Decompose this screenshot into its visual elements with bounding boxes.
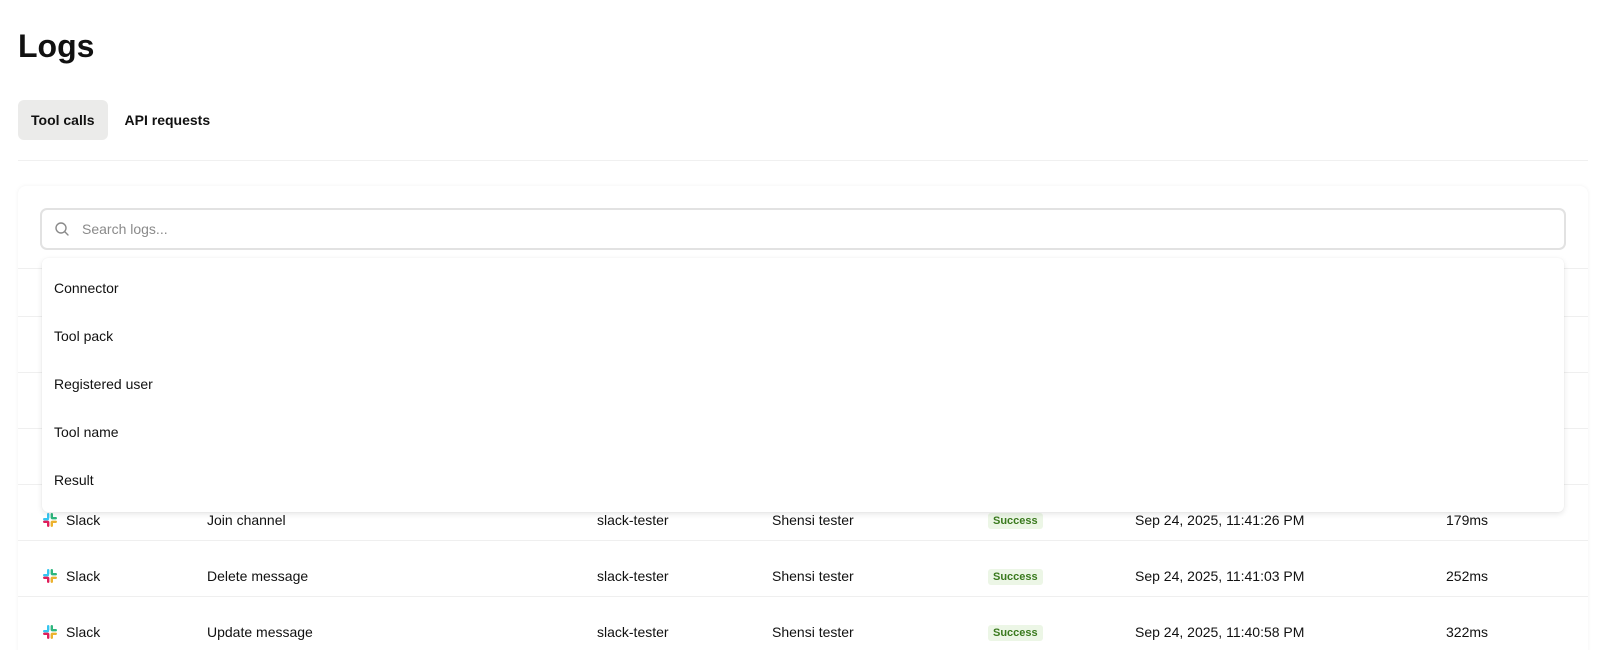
filter-dropdown: Connector Tool pack Registered user Tool…: [42, 258, 1564, 512]
user-cell: Shensi tester: [772, 568, 854, 584]
slack-icon: [42, 512, 58, 528]
duration-cell: 179ms: [1446, 512, 1489, 528]
search-box[interactable]: [40, 208, 1566, 250]
result-cell: Success: [988, 623, 1043, 641]
filter-option-registered-user[interactable]: Registered user: [42, 360, 1564, 408]
header-divider: [18, 160, 1588, 161]
user-cell: Shensi tester: [772, 624, 854, 640]
connector-cell: Slack: [42, 512, 100, 528]
duration-cell: 322ms: [1446, 624, 1489, 640]
timestamp-cell: Sep 24, 2025, 11:40:58 PM: [1135, 624, 1305, 640]
status-badge: Success: [988, 569, 1043, 585]
filter-option-tool-pack[interactable]: Tool pack: [42, 312, 1564, 360]
tab-api-requests[interactable]: API requests: [112, 100, 224, 140]
tool-pack-cell: slack-tester: [597, 624, 669, 640]
duration-cell: 252ms: [1446, 568, 1489, 584]
search-input[interactable]: [82, 221, 1564, 237]
tool-name-cell: Join channel: [207, 512, 286, 528]
filter-option-connector[interactable]: Connector: [42, 264, 1564, 312]
tool-pack-cell: slack-tester: [597, 512, 669, 528]
page-title: Logs: [18, 28, 95, 64]
table-row[interactable]: Slack Update message slack-tester Shensi…: [18, 604, 1588, 650]
tab-tool-calls[interactable]: Tool calls: [18, 100, 108, 140]
tool-name-cell: Update message: [207, 624, 313, 640]
status-badge: Success: [988, 513, 1043, 529]
slack-icon: [42, 624, 58, 640]
filter-option-result[interactable]: Result: [42, 456, 1564, 504]
status-badge: Success: [988, 625, 1043, 641]
connector-name: Slack: [66, 512, 101, 528]
result-cell: Success: [988, 567, 1043, 585]
tool-pack-cell: slack-tester: [597, 568, 669, 584]
result-cell: Success: [988, 511, 1043, 529]
connector-cell: Slack: [42, 568, 100, 584]
tab-bar: Tool calls API requests: [18, 100, 223, 140]
connector-name: Slack: [66, 624, 101, 640]
table-row[interactable]: Slack Delete message slack-tester Shensi…: [18, 548, 1588, 604]
search-icon: [54, 221, 70, 237]
filter-option-tool-name[interactable]: Tool name: [42, 408, 1564, 456]
timestamp-cell: Sep 24, 2025, 11:41:26 PM: [1135, 512, 1305, 528]
connector-cell: Slack: [42, 624, 100, 640]
user-cell: Shensi tester: [772, 512, 854, 528]
tool-name-cell: Delete message: [207, 568, 309, 584]
connector-name: Slack: [66, 568, 101, 584]
slack-icon: [42, 568, 58, 584]
timestamp-cell: Sep 24, 2025, 11:41:03 PM: [1135, 568, 1305, 584]
